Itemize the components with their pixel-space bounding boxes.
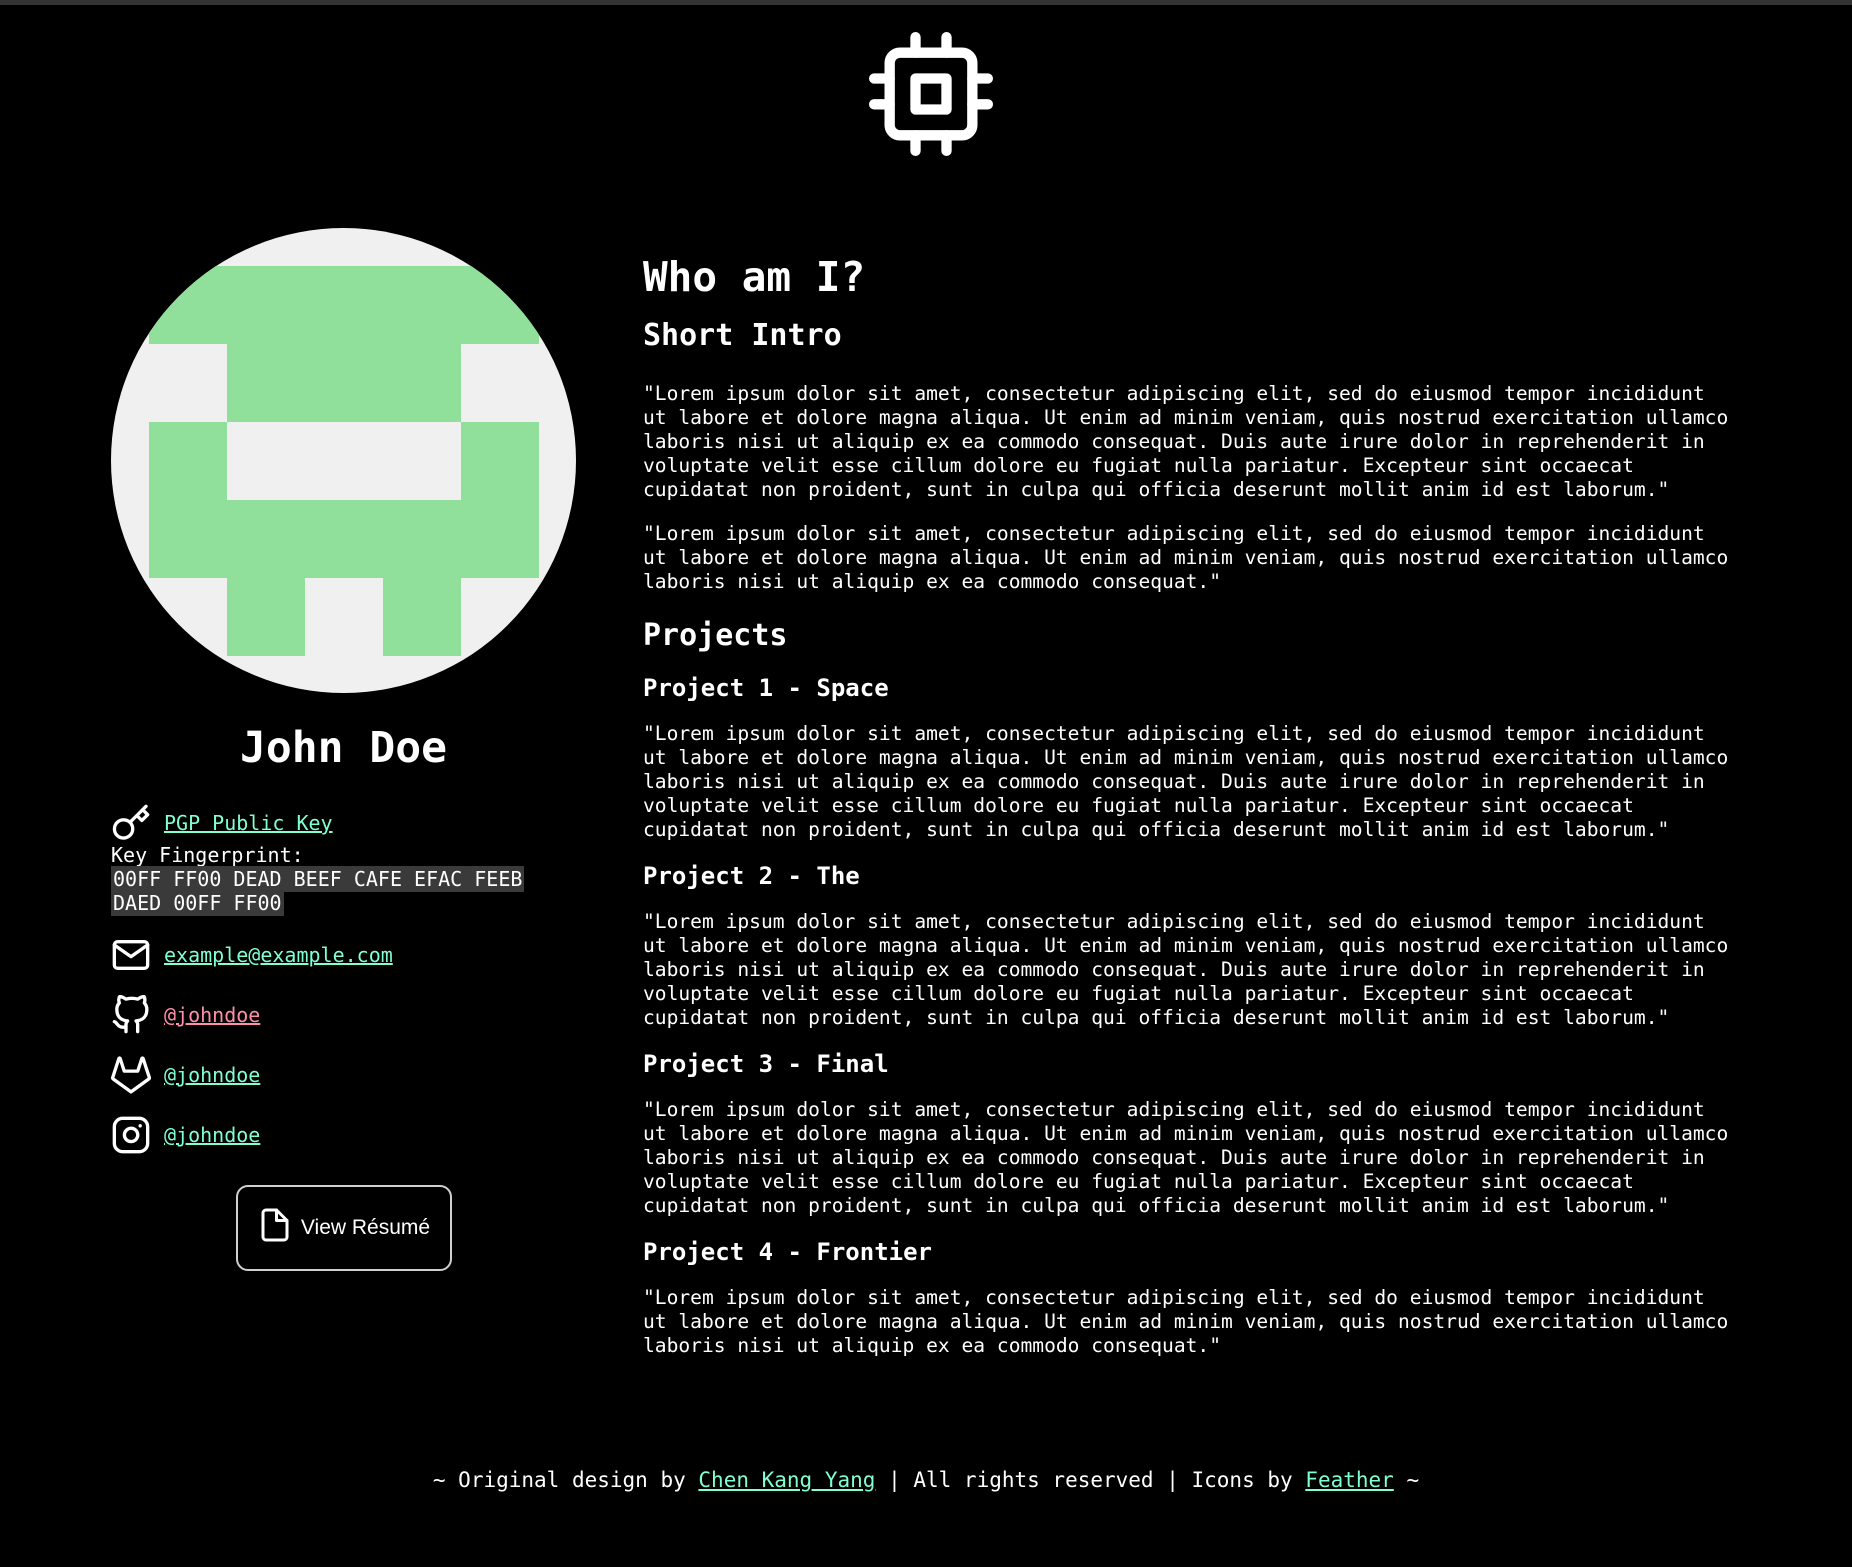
footer-middle: | All rights reserved | Icons by [875, 1468, 1306, 1492]
main-content: Who am I? Short Intro "Lorem ipsum dolor… [643, 250, 1773, 1358]
project-description: "Lorem ipsum dolor sit amet, consectetur… [643, 1098, 1729, 1217]
view-resume-button[interactable]: View Résumé [235, 1185, 452, 1271]
gitlab-icon [111, 1055, 151, 1095]
footer-prefix: ~ Original design by [432, 1468, 699, 1492]
projects-heading: Projects [643, 618, 788, 653]
project-description: "Lorem ipsum dolor sit amet, consectetur… [643, 1286, 1729, 1357]
profile-sidebar: John Doe PGP Public Key Key Fingerprint:… [111, 228, 576, 1271]
project-description: "Lorem ipsum dolor sit amet, consectetur… [643, 910, 1729, 1029]
intro-paragraph-2: "Lorem ipsum dolor sit amet, consectetur… [643, 522, 1729, 593]
cpu-icon[interactable] [869, 31, 993, 156]
footer-suffix: ~ [1393, 1468, 1420, 1492]
feather-link[interactable]: Feather [1305, 1468, 1394, 1492]
email-link[interactable]: example@example.com [164, 943, 393, 967]
gitlab-link[interactable]: @johndoe [164, 1063, 260, 1087]
pgp-public-key-link[interactable]: PGP Public Key [164, 811, 333, 835]
view-resume-label: View Résumé [300, 1216, 431, 1239]
project-title: Project 2 - The [643, 862, 860, 890]
github-link[interactable]: @johndoe [164, 1003, 260, 1027]
pixel-avatar-icon [149, 266, 539, 656]
file-icon [257, 1205, 301, 1251]
fingerprint-value: 00FF FF00 DEAD BEEF CAFE EFAC FEEB DAED … [111, 866, 531, 916]
project-title: Project 4 - Frontier [643, 1238, 932, 1266]
profile-name: John Doe [239, 723, 448, 773]
avatar [111, 228, 576, 693]
instagram-link[interactable]: @johndoe [164, 1123, 260, 1147]
author-link[interactable]: Chen Kang Yang [698, 1468, 875, 1492]
email-row: example@example.com [111, 935, 576, 975]
github-icon [111, 995, 151, 1035]
fingerprint-code: 00FF FF00 DEAD BEEF CAFE EFAC FEEB DAED … [111, 866, 525, 916]
project-description: "Lorem ipsum dolor sit amet, consectetur… [643, 722, 1729, 841]
key-icon [111, 803, 151, 843]
page-title: Who am I? [643, 253, 866, 301]
window-top-border [0, 0, 1852, 5]
project-title: Project 3 - Final [643, 1050, 889, 1078]
instagram-row: @johndoe [111, 1115, 576, 1155]
contact-list: PGP Public Key Key Fingerprint: 00FF FF0… [111, 803, 576, 1155]
fingerprint-label: Key Fingerprint: [111, 843, 304, 867]
intro-paragraph-1: "Lorem ipsum dolor sit amet, consectetur… [643, 382, 1729, 501]
github-row: @johndoe [111, 995, 576, 1035]
project-title: Project 1 - Space [643, 674, 889, 702]
instagram-icon [111, 1115, 151, 1155]
footer: ~ Original design by Chen Kang Yang | Al… [0, 1468, 1852, 1492]
gitlab-row: @johndoe [111, 1055, 576, 1095]
mail-icon [111, 935, 151, 975]
pgp-row: PGP Public Key [111, 803, 576, 843]
intro-heading: Short Intro [643, 318, 842, 353]
